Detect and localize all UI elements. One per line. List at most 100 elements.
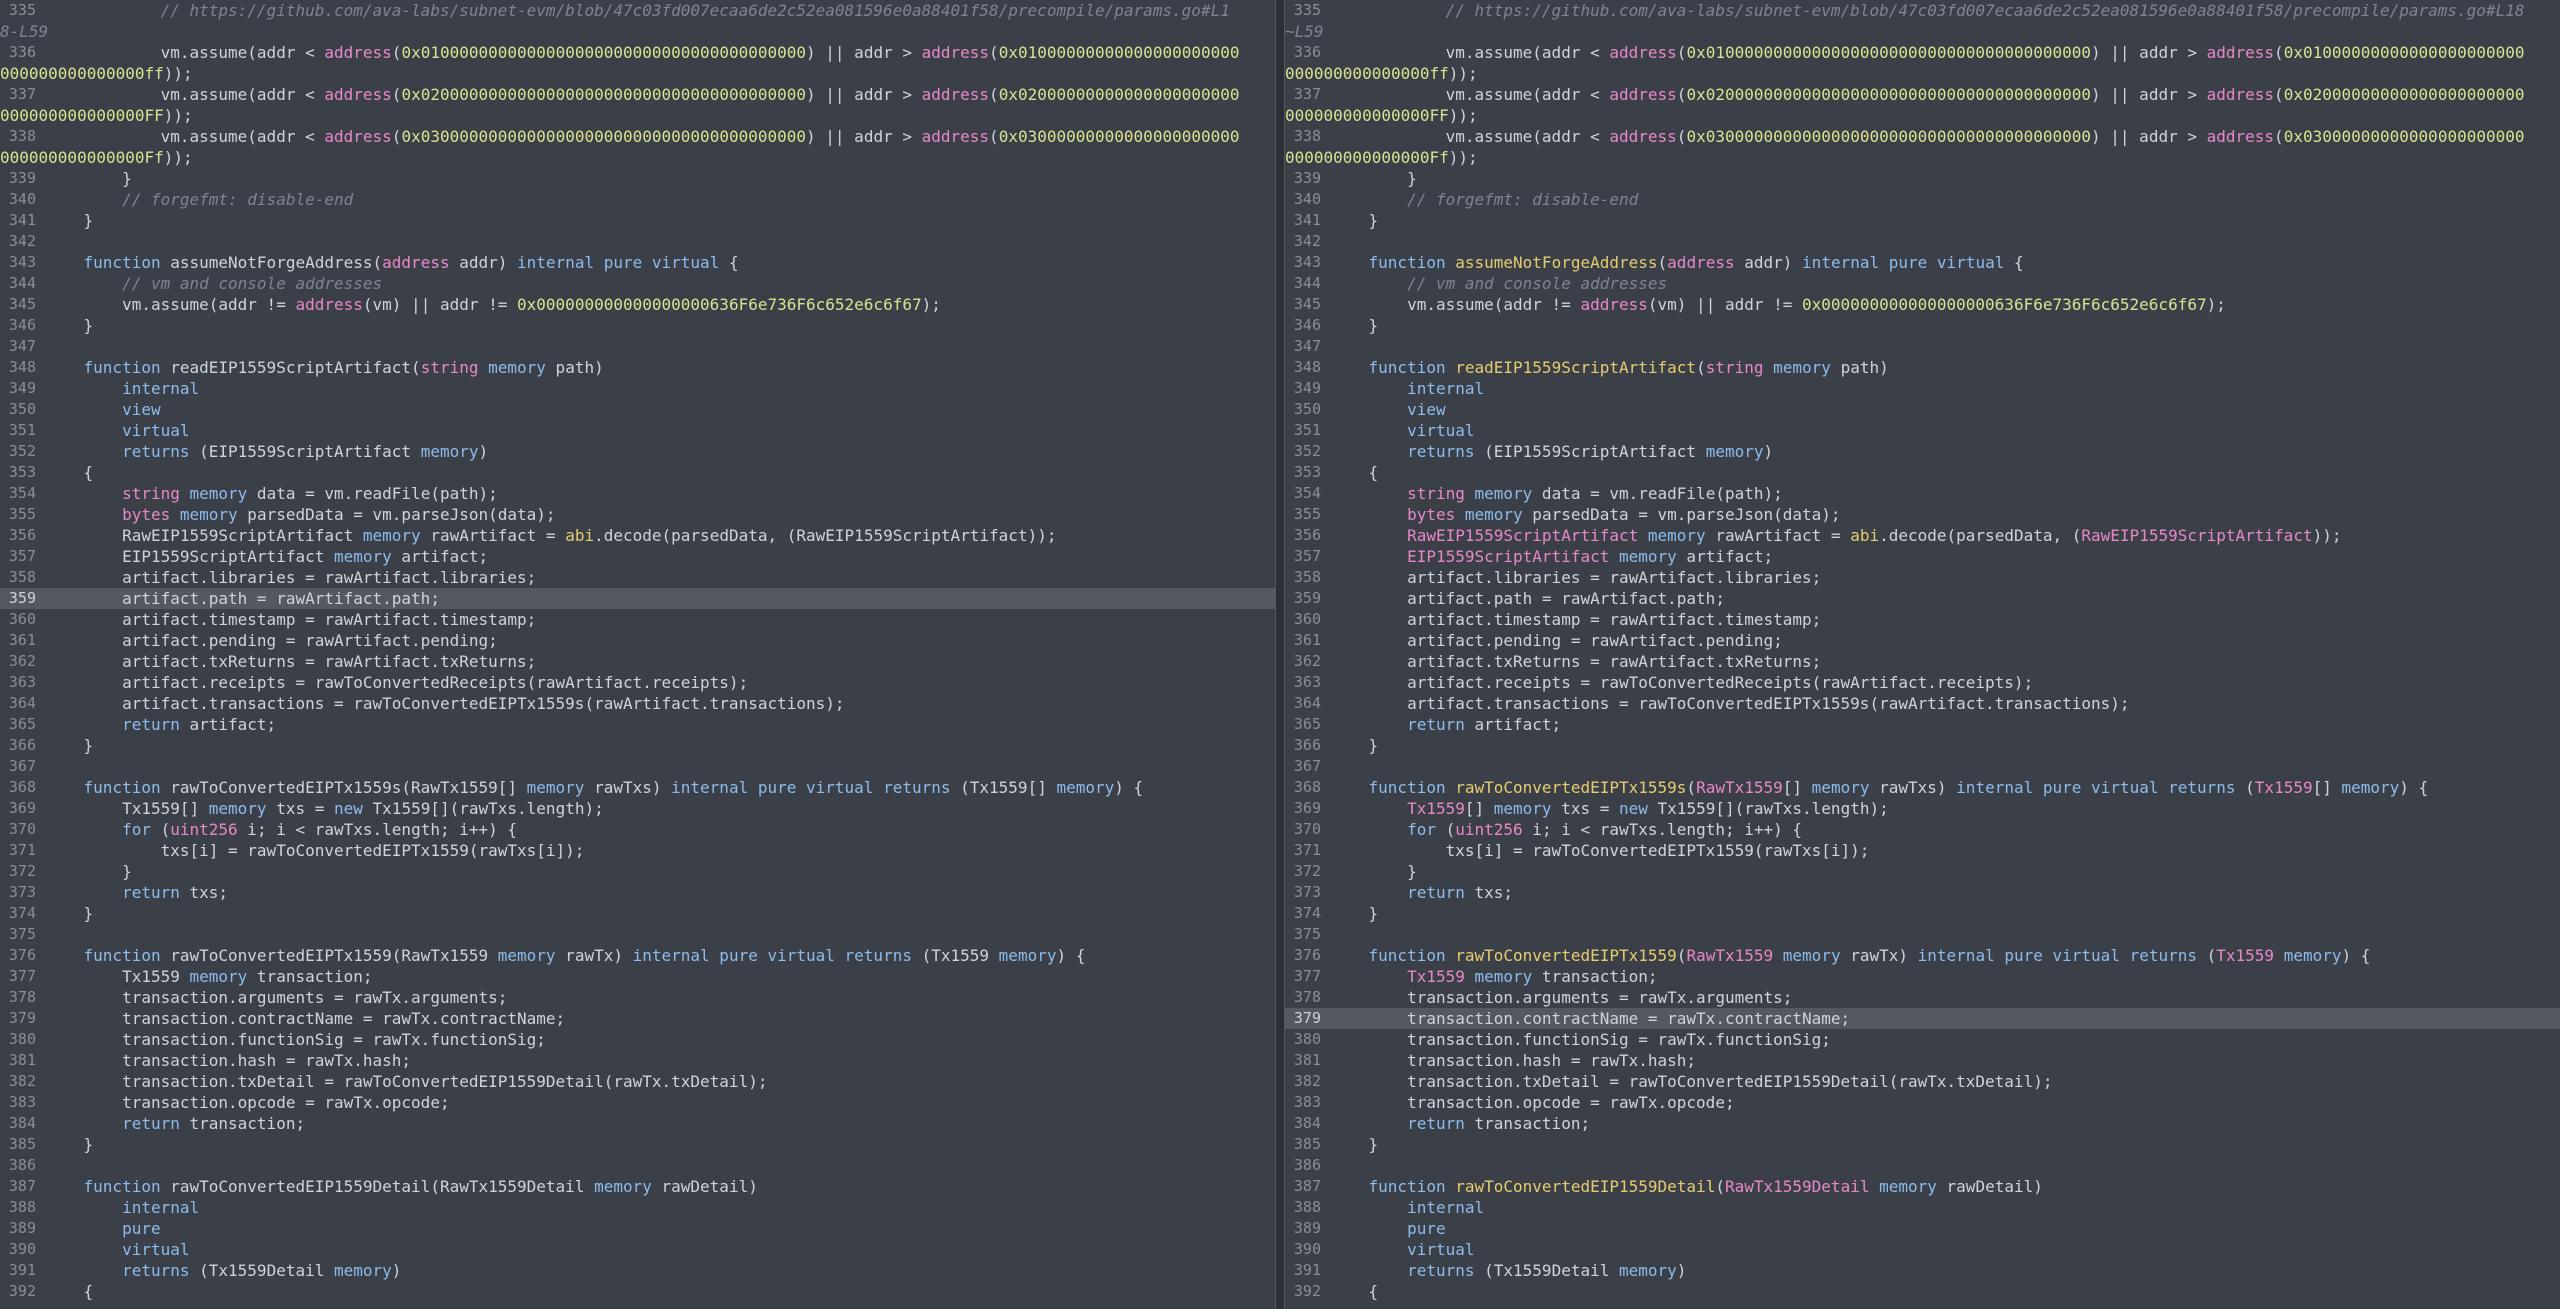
code-line[interactable]: 342 (1285, 231, 2560, 252)
code-line[interactable]: 343 function assumeNotForgeAddress(addre… (1285, 252, 2560, 273)
code-line[interactable]: 364 artifact.transactions = rawToConvert… (0, 693, 1275, 714)
code-line[interactable]: 346 } (1285, 315, 2560, 336)
code-line[interactable]: 357 EIP1559ScriptArtifact memory artifac… (1285, 546, 2560, 567)
code-line[interactable]: 340 // forgefmt: disable-end (1285, 189, 2560, 210)
code-line[interactable]: 376 function rawToConvertedEIPTx1559(Raw… (0, 945, 1275, 966)
code-line[interactable]: 351 virtual (0, 420, 1275, 441)
code-line[interactable]: 376 function rawToConvertedEIPTx1559(Raw… (1285, 945, 2560, 966)
code-line[interactable]: 359 artifact.path = rawArtifact.path; (1285, 588, 2560, 609)
code-line[interactable]: 363 artifact.receipts = rawToConvertedRe… (0, 672, 1275, 693)
code-line[interactable]: 000000000000000Ff)); (1285, 147, 2560, 168)
code-line[interactable]: 349 internal (0, 378, 1275, 399)
code-line[interactable]: 360 artifact.timestamp = rawArtifact.tim… (1285, 609, 2560, 630)
code-line[interactable]: 000000000000000Ff)); (0, 147, 1275, 168)
code-line[interactable]: 354 string memory data = vm.readFile(pat… (1285, 483, 2560, 504)
code-line[interactable]: 346 } (0, 315, 1275, 336)
code-line[interactable]: 392 { (1285, 1281, 2560, 1302)
code-line[interactable]: 355 bytes memory parsedData = vm.parseJs… (0, 504, 1275, 525)
code-line[interactable]: 348 function readEIP1559ScriptArtifact(s… (0, 357, 1275, 378)
current-line[interactable]: 379 transaction.contractName = rawTx.con… (1285, 1008, 2560, 1029)
right-code-lines[interactable]: 335 // https://github.com/ava-labs/subne… (1285, 0, 2560, 1302)
code-line[interactable]: 338 vm.assume(addr < address(0x030000000… (1285, 126, 2560, 147)
code-line[interactable]: 350 view (1285, 399, 2560, 420)
right-code-pane[interactable]: 335 // https://github.com/ava-labs/subne… (1285, 0, 2560, 1309)
code-line[interactable]: 370 for (uint256 i; i < rawTxs.length; i… (1285, 819, 2560, 840)
code-line[interactable]: 378 transaction.arguments = rawTx.argume… (1285, 987, 2560, 1008)
code-line[interactable]: 386 (1285, 1155, 2560, 1176)
left-code-pane[interactable]: 335 // https://github.com/ava-labs/subne… (0, 0, 1275, 1309)
code-line[interactable]: 347 (1285, 336, 2560, 357)
code-line[interactable]: 351 virtual (1285, 420, 2560, 441)
code-line[interactable]: 000000000000000FF)); (0, 105, 1275, 126)
code-line[interactable]: 362 artifact.txReturns = rawArtifact.txR… (0, 651, 1275, 672)
code-line[interactable]: 375 (0, 924, 1275, 945)
code-line[interactable]: 381 transaction.hash = rawTx.hash; (1285, 1050, 2560, 1071)
code-line[interactable]: 375 (1285, 924, 2560, 945)
code-line[interactable]: 345 vm.assume(addr != address(vm) || add… (0, 294, 1275, 315)
left-code-lines[interactable]: 335 // https://github.com/ava-labs/subne… (0, 0, 1275, 1302)
code-line[interactable]: 352 returns (EIP1559ScriptArtifact memor… (0, 441, 1275, 462)
code-line[interactable]: 349 internal (1285, 378, 2560, 399)
code-line[interactable]: 347 (0, 336, 1275, 357)
code-line[interactable]: 391 returns (Tx1559Detail memory) (0, 1260, 1275, 1281)
code-line[interactable]: 355 bytes memory parsedData = vm.parseJs… (1285, 504, 2560, 525)
code-line[interactable]: ~L59 (1285, 21, 2560, 42)
code-line[interactable]: 337 vm.assume(addr < address(0x020000000… (0, 84, 1275, 105)
code-line[interactable]: 366 } (1285, 735, 2560, 756)
code-line[interactable]: 358 artifact.libraries = rawArtifact.lib… (1285, 567, 2560, 588)
code-line[interactable]: 000000000000000ff)); (1285, 63, 2560, 84)
code-line[interactable]: 344 // vm and console addresses (1285, 273, 2560, 294)
code-line[interactable]: 337 vm.assume(addr < address(0x020000000… (1285, 84, 2560, 105)
code-line[interactable]: 369 Tx1559[] memory txs = new Tx1559[](r… (0, 798, 1275, 819)
code-line[interactable]: 380 transaction.functionSig = rawTx.func… (1285, 1029, 2560, 1050)
code-line[interactable]: 343 function assumeNotForgeAddress(addre… (0, 252, 1275, 273)
code-line[interactable]: 344 // vm and console addresses (0, 273, 1275, 294)
code-line[interactable]: 383 transaction.opcode = rawTx.opcode; (1285, 1092, 2560, 1113)
code-line[interactable]: 372 } (0, 861, 1275, 882)
code-line[interactable]: 354 string memory data = vm.readFile(pat… (0, 483, 1275, 504)
code-line[interactable]: 365 return artifact; (0, 714, 1275, 735)
code-line[interactable]: 352 returns (EIP1559ScriptArtifact memor… (1285, 441, 2560, 462)
code-line[interactable]: 350 view (0, 399, 1275, 420)
code-line[interactable]: 377 Tx1559 memory transaction; (0, 966, 1275, 987)
code-line[interactable]: 384 return transaction; (1285, 1113, 2560, 1134)
code-line[interactable]: 368 function rawToConvertedEIPTx1559s(Ra… (1285, 777, 2560, 798)
code-line[interactable]: 373 return txs; (1285, 882, 2560, 903)
code-line[interactable]: 383 transaction.opcode = rawTx.opcode; (0, 1092, 1275, 1113)
code-line[interactable]: 353 { (1285, 462, 2560, 483)
code-line[interactable]: 371 txs[i] = rawToConvertedEIPTx1559(raw… (1285, 840, 2560, 861)
code-line[interactable]: 335 // https://github.com/ava-labs/subne… (1285, 0, 2560, 21)
code-line[interactable]: 8-L59 (0, 21, 1275, 42)
code-line[interactable]: 358 artifact.libraries = rawArtifact.lib… (0, 567, 1275, 588)
code-line[interactable]: 385 } (0, 1134, 1275, 1155)
code-line[interactable]: 336 vm.assume(addr < address(0x010000000… (1285, 42, 2560, 63)
code-line[interactable]: 378 transaction.arguments = rawTx.argume… (0, 987, 1275, 1008)
code-line[interactable]: 382 transaction.txDetail = rawToConverte… (0, 1071, 1275, 1092)
code-line[interactable]: 367 (1285, 756, 2560, 777)
code-line[interactable]: 373 return txs; (0, 882, 1275, 903)
code-line[interactable]: 388 internal (0, 1197, 1275, 1218)
code-line[interactable]: 377 Tx1559 memory transaction; (1285, 966, 2560, 987)
code-line[interactable]: 386 (0, 1155, 1275, 1176)
code-line[interactable]: 342 (0, 231, 1275, 252)
code-line[interactable]: 372 } (1285, 861, 2560, 882)
code-line[interactable]: 348 function readEIP1559ScriptArtifact(s… (1285, 357, 2560, 378)
code-line[interactable]: 360 artifact.timestamp = rawArtifact.tim… (0, 609, 1275, 630)
code-line[interactable]: 392 { (0, 1281, 1275, 1302)
code-line[interactable]: 389 pure (1285, 1218, 2560, 1239)
code-line[interactable]: 341 } (1285, 210, 2560, 231)
code-line[interactable]: 388 internal (1285, 1197, 2560, 1218)
code-line[interactable]: 369 Tx1559[] memory txs = new Tx1559[](r… (1285, 798, 2560, 819)
code-line[interactable]: 364 artifact.transactions = rawToConvert… (1285, 693, 2560, 714)
code-line[interactable]: 353 { (0, 462, 1275, 483)
code-line[interactable]: 345 vm.assume(addr != address(vm) || add… (1285, 294, 2560, 315)
code-line[interactable]: 384 return transaction; (0, 1113, 1275, 1134)
code-line[interactable]: 368 function rawToConvertedEIPTx1559s(Ra… (0, 777, 1275, 798)
code-line[interactable]: 367 (0, 756, 1275, 777)
code-line[interactable]: 340 // forgefmt: disable-end (0, 189, 1275, 210)
code-line[interactable]: 390 virtual (1285, 1239, 2560, 1260)
code-line[interactable]: 363 artifact.receipts = rawToConvertedRe… (1285, 672, 2560, 693)
code-line[interactable]: 374 } (1285, 903, 2560, 924)
code-line[interactable]: 338 vm.assume(addr < address(0x030000000… (0, 126, 1275, 147)
code-line[interactable]: 385 } (1285, 1134, 2560, 1155)
